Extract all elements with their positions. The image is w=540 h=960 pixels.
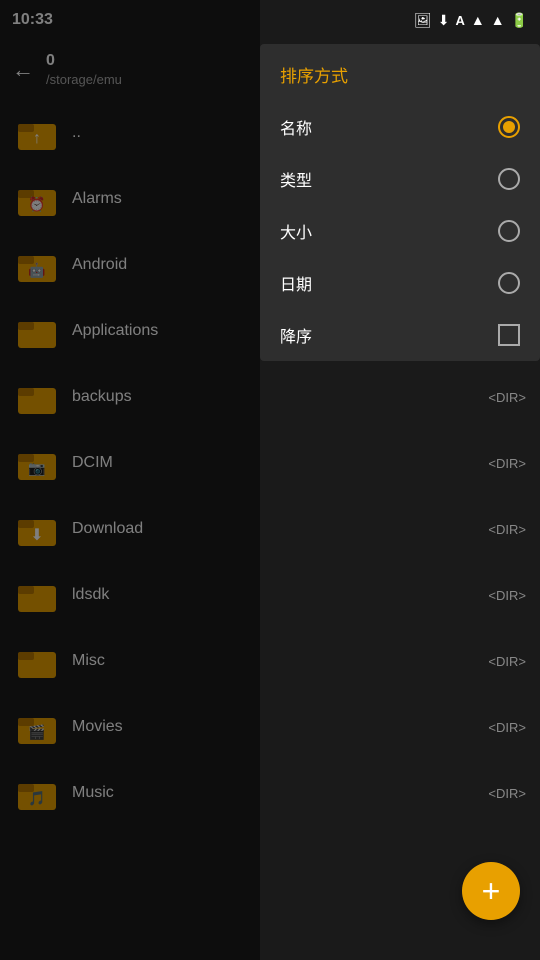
photo-icon: 🖼: [414, 12, 432, 29]
file-meta: <DIR>: [488, 654, 526, 669]
wifi-icon: ▲: [471, 12, 485, 28]
sort-option-label: 大小: [280, 219, 312, 243]
sort-radio-size[interactable]: [498, 220, 520, 242]
sort-option-label: 降序: [280, 323, 312, 347]
status-icons: 🖼 ⬇ A ▲ ▲ 🔋: [414, 12, 528, 29]
sort-option-size[interactable]: 大小: [260, 205, 540, 257]
sort-overlay[interactable]: [0, 0, 260, 960]
sort-checkbox-desc[interactable]: [498, 324, 520, 346]
fab-add-button[interactable]: +: [462, 862, 520, 920]
file-meta: <DIR>: [488, 456, 526, 471]
file-meta: <DIR>: [488, 720, 526, 735]
sort-radio-name[interactable]: [498, 116, 520, 138]
file-meta: <DIR>: [488, 786, 526, 801]
sort-panel: 排序方式 名称类型大小日期降序: [260, 44, 540, 361]
sort-options-list: 名称类型大小日期降序: [260, 101, 540, 361]
sort-radio-type[interactable]: [498, 168, 520, 190]
sort-option-desc[interactable]: 降序: [260, 309, 540, 361]
file-meta: <DIR>: [488, 588, 526, 603]
file-meta: <DIR>: [488, 390, 526, 405]
sort-option-label: 类型: [280, 167, 312, 191]
radio-inner-dot: [503, 121, 515, 133]
file-meta: <DIR>: [488, 522, 526, 537]
a-icon: A: [455, 13, 464, 28]
battery-icon: 🔋: [511, 12, 528, 29]
sort-panel-title: 排序方式: [260, 44, 540, 101]
sort-option-name[interactable]: 名称: [260, 101, 540, 153]
sort-option-label: 名称: [280, 115, 312, 139]
download-status-icon: ⬇: [438, 12, 450, 29]
sort-option-type[interactable]: 类型: [260, 153, 540, 205]
fab-plus-icon: +: [482, 875, 501, 907]
sort-option-date[interactable]: 日期: [260, 257, 540, 309]
sort-radio-date[interactable]: [498, 272, 520, 294]
signal-icon: ▲: [491, 12, 505, 28]
sort-option-label: 日期: [280, 271, 312, 295]
